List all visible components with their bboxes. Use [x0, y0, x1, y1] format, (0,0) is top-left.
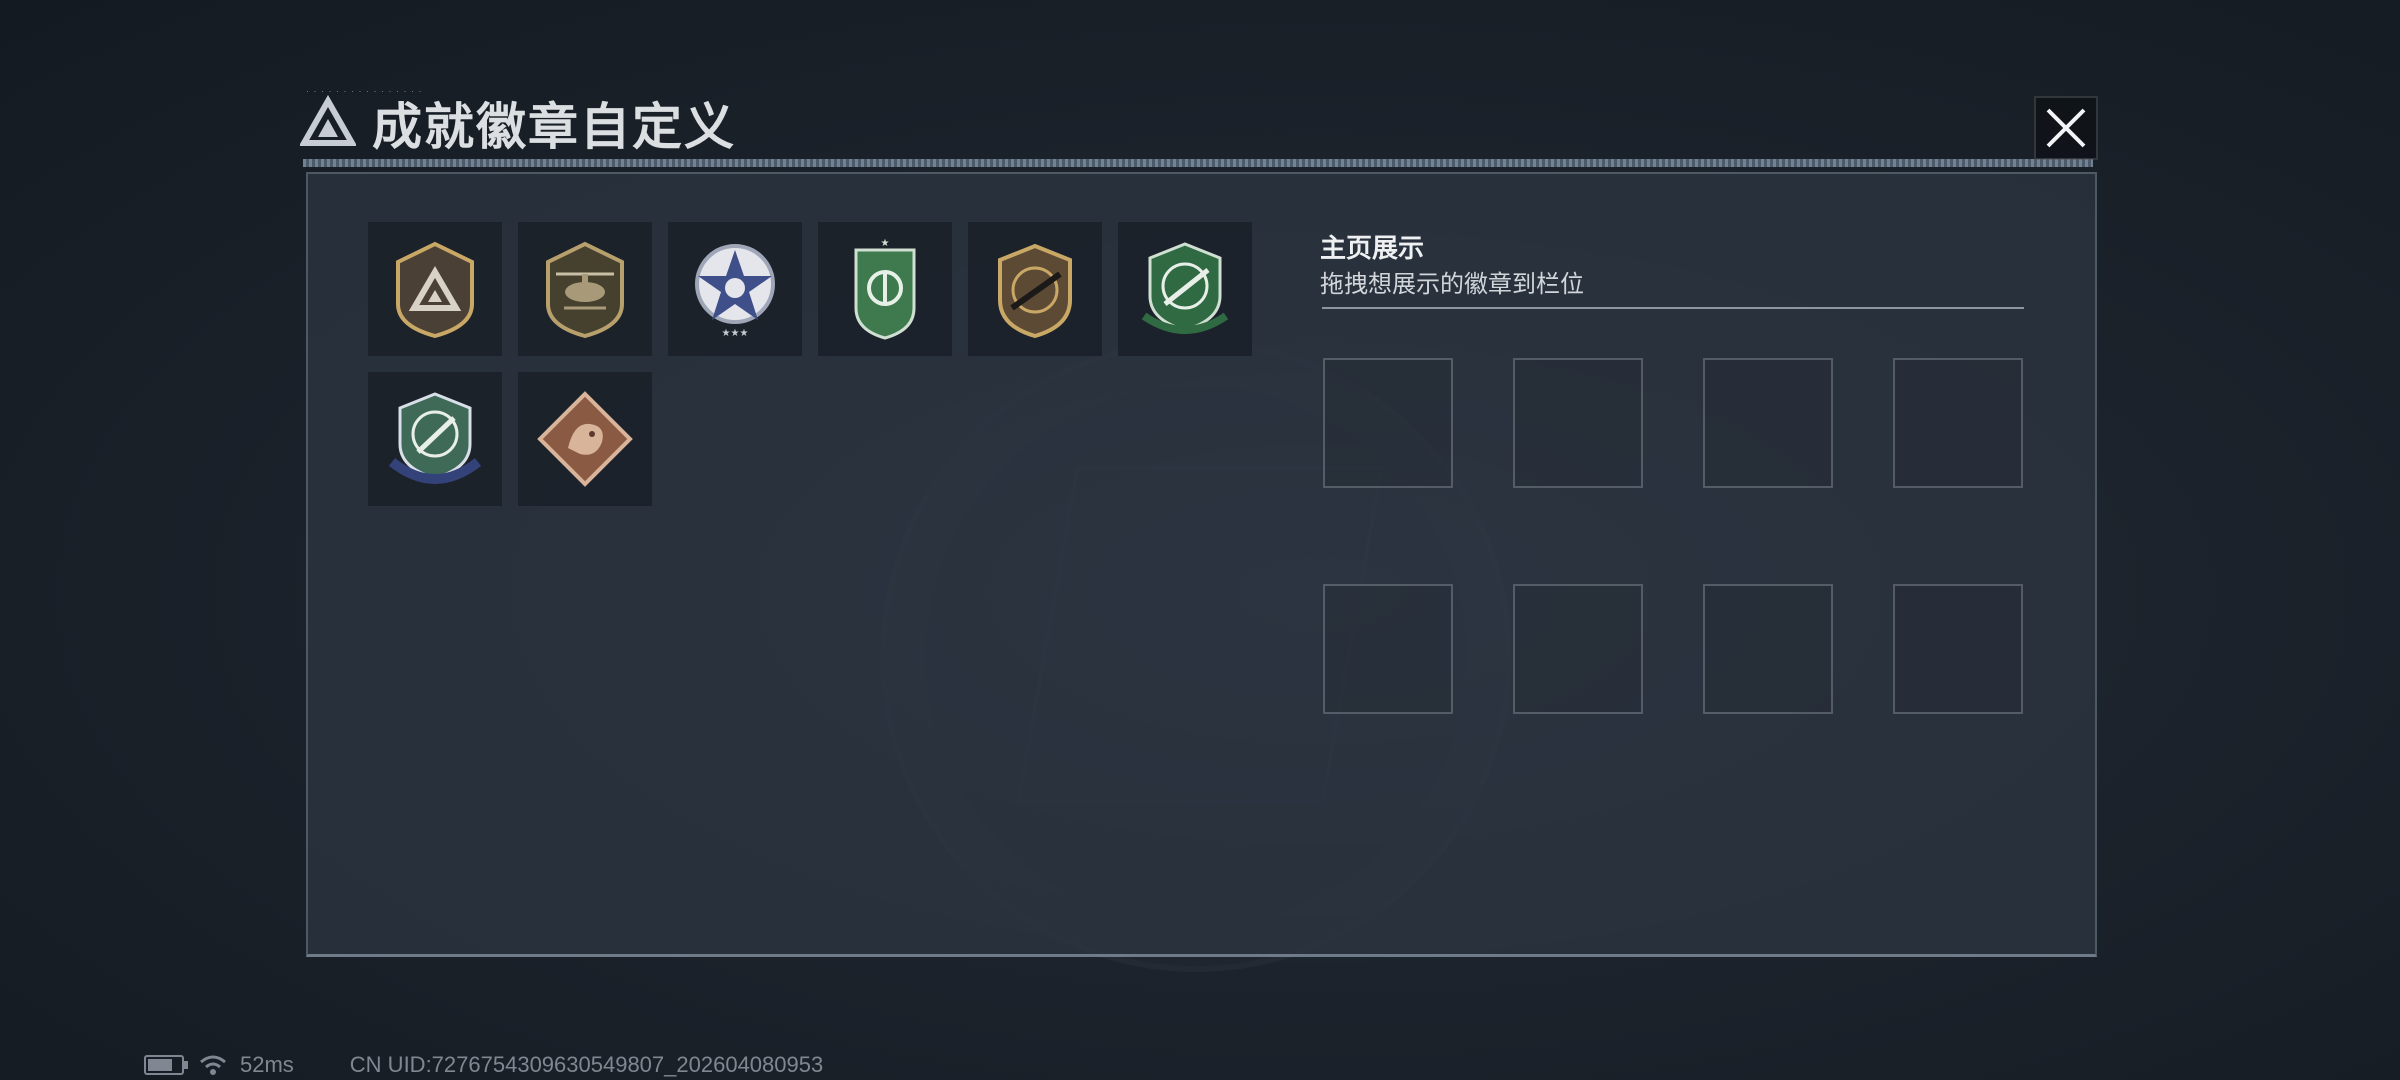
showcase-title: 主页展示	[1320, 233, 1425, 263]
green-ribbon-badge[interactable]: ★	[818, 222, 952, 356]
battery-icon	[144, 1055, 188, 1075]
helicopter-icon	[546, 241, 624, 339]
page-title: 成就徽章自定义	[372, 99, 736, 155]
star-badge-icon: ★★★	[695, 244, 775, 339]
showcase-slot[interactable]	[1323, 358, 1453, 488]
wifi-icon	[200, 1055, 226, 1075]
dragon-diamond-badge[interactable]	[518, 372, 652, 506]
uid-text: CN UID:7276754309630549807_202604080953	[349, 1052, 824, 1077]
showcase-slot[interactable]	[1893, 584, 2023, 714]
rifle-shield-badge[interactable]	[968, 222, 1102, 356]
triangle-emblem-icon	[300, 95, 356, 146]
showcase-slot[interactable]	[1513, 358, 1643, 488]
helicopter-shield-badge[interactable]	[518, 222, 652, 356]
close-button[interactable]	[2034, 96, 2098, 160]
crosshair-knife-icon	[388, 392, 482, 484]
showcase-divider	[1322, 307, 2024, 309]
crosshair-rifle-icon	[1141, 242, 1229, 334]
close-icon	[2046, 108, 2086, 148]
dialog-header: · · · · · · · · · · · · · · · · 成就徽章自定义	[300, 86, 736, 158]
status-bar: 52ms CN UID:7276754309630549807_20260408…	[144, 1052, 823, 1078]
green-crosshair-rifle-badge[interactable]	[1118, 222, 1252, 356]
badge-collection: ★★★ ★	[368, 222, 1268, 506]
showcase-slots	[1323, 358, 2023, 714]
svg-text:★★★: ★★★	[722, 328, 749, 339]
showcase-slot[interactable]	[1323, 584, 1453, 714]
header-decoration: · · · · · · · · · · · · · · · ·	[306, 86, 423, 96]
showcase-slot[interactable]	[1513, 584, 1643, 714]
svg-text:★: ★	[881, 238, 890, 249]
triangle-shield-icon	[396, 241, 474, 339]
gold-triangle-shield-badge[interactable]	[368, 222, 502, 356]
header-divider	[303, 159, 2093, 167]
showcase-slot[interactable]	[1703, 358, 1833, 488]
dragon-icon	[537, 391, 633, 487]
showcase-slot[interactable]	[1703, 584, 1833, 714]
blue-crosshair-knife-badge[interactable]	[368, 372, 502, 506]
showcase-hint: 拖拽想展示的徽章到栏位	[1320, 271, 1584, 298]
blue-star-badge[interactable]: ★★★	[668, 222, 802, 356]
ping-value: 52ms	[240, 1052, 294, 1077]
showcase-slot[interactable]	[1893, 358, 2023, 488]
badge-panel: ★★★ ★ 主页展示 拖拽想展示的徽章到栏位	[306, 172, 2097, 957]
green-shield-icon: ★	[854, 238, 916, 340]
rifle-icon	[998, 243, 1072, 339]
